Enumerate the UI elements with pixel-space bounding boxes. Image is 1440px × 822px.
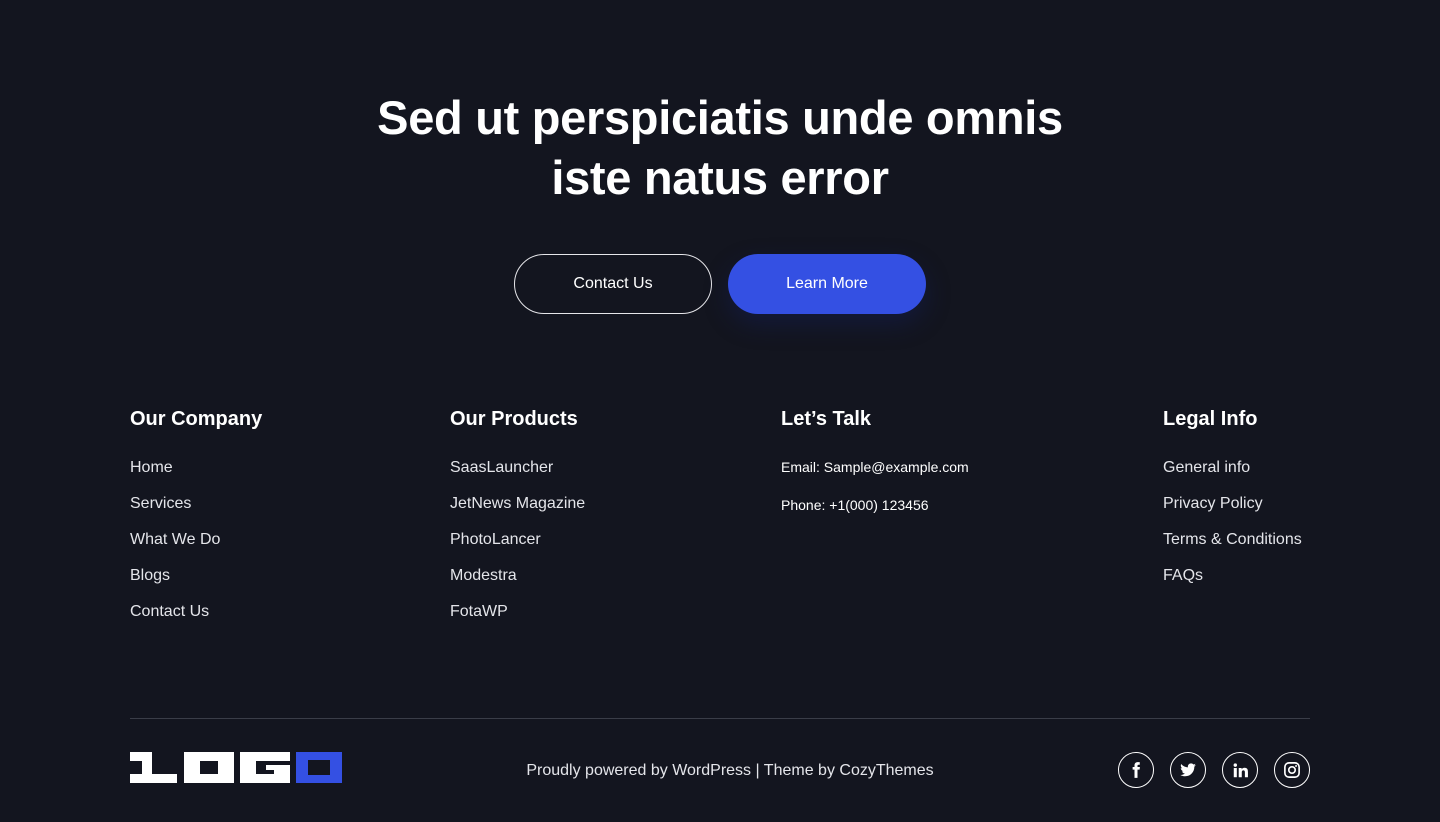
footer-link-what-we-do[interactable]: What We Do — [130, 530, 262, 550]
footer-link-services[interactable]: Services — [130, 494, 262, 514]
contact-phone[interactable]: Phone: +1(000) 123456 — [781, 496, 969, 514]
facebook-icon — [1132, 762, 1140, 778]
linkedin-link[interactable] — [1222, 752, 1258, 788]
footer-column-products: Our Products SaasLauncher JetNews Magazi… — [450, 406, 585, 638]
column-title: Our Products — [450, 408, 578, 430]
column-title: Our Company — [130, 408, 263, 430]
social-links — [1118, 752, 1310, 788]
footer-column-talk: Let’s Talk Email: Sample@example.com Pho… — [781, 406, 969, 534]
company-links: Home Services What We Do Blogs Contact U… — [130, 458, 262, 622]
footer-link-photolancer[interactable]: PhotoLancer — [450, 530, 585, 550]
twitter-link[interactable] — [1170, 752, 1206, 788]
footer-link-faqs[interactable]: FAQs — [1163, 566, 1302, 586]
learn-more-button[interactable]: Learn More — [728, 254, 926, 314]
footer-link-terms[interactable]: Terms & Conditions — [1163, 530, 1302, 550]
instagram-icon — [1284, 762, 1300, 778]
cta-buttons: Contact Us Learn More — [0, 254, 1440, 314]
product-links: SaasLauncher JetNews Magazine PhotoLance… — [450, 458, 585, 622]
footer-credits: Proudly powered by WordPress | Theme by … — [526, 762, 934, 779]
twitter-icon — [1180, 763, 1196, 777]
cta-heading-line2: iste natus error — [551, 151, 889, 204]
footer-link-privacy-policy[interactable]: Privacy Policy — [1163, 494, 1302, 514]
footer-column-legal: Legal Info General info Privacy Policy T… — [1163, 406, 1302, 602]
footer-link-modestra[interactable]: Modestra — [450, 566, 585, 586]
footer-link-jetnews[interactable]: JetNews Magazine — [450, 494, 585, 514]
footer-link-general-info[interactable]: General info — [1163, 458, 1302, 478]
footer-divider — [130, 718, 1310, 719]
footer-link-saaslauncher[interactable]: SaasLauncher — [450, 458, 585, 478]
footer-column-company: Our Company Home Services What We Do Blo… — [130, 406, 262, 638]
column-title: Legal Info — [1163, 408, 1258, 430]
facebook-link[interactable] — [1118, 752, 1154, 788]
column-title: Let’s Talk — [781, 408, 872, 430]
cta-heading: Sed ut perspiciatis unde omnis iste natu… — [320, 88, 1120, 208]
page: Sed ut perspiciatis unde omnis iste natu… — [0, 0, 1440, 822]
cta-heading-line1: Sed ut perspiciatis unde omnis — [377, 91, 1063, 144]
legal-links: General info Privacy Policy Terms & Cond… — [1163, 458, 1302, 586]
contact-us-button[interactable]: Contact Us — [514, 254, 712, 314]
contact-email[interactable]: Email: Sample@example.com — [781, 458, 969, 476]
footer-link-contact-us[interactable]: Contact Us — [130, 602, 262, 622]
logo[interactable] — [130, 752, 342, 783]
footer-link-blogs[interactable]: Blogs — [130, 566, 262, 586]
footer-link-home[interactable]: Home — [130, 458, 262, 478]
footer-link-fotawp[interactable]: FotaWP — [450, 602, 585, 622]
linkedin-icon — [1233, 762, 1248, 777]
instagram-link[interactable] — [1274, 752, 1310, 788]
